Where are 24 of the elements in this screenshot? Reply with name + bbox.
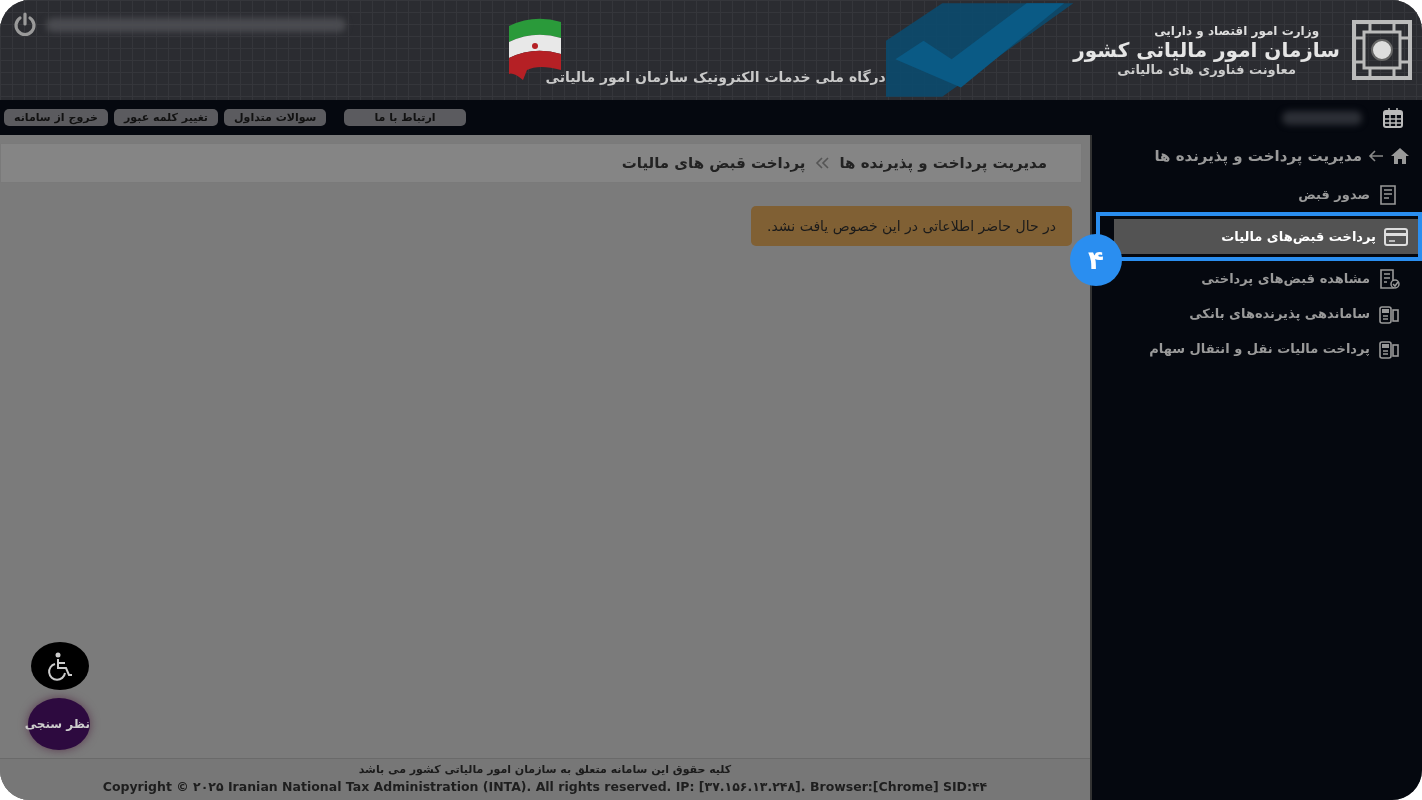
- power-icon[interactable]: [12, 12, 38, 38]
- alert-message: در حال حاضر اطلاعاتی در این خصوص یافت نشد.: [751, 206, 1072, 246]
- breadcrumb-item[interactable]: مدیریت پرداخت و پذیرنده ها: [839, 154, 1047, 172]
- arrow-icon: [1368, 150, 1384, 162]
- checklist-icon: [1378, 267, 1402, 290]
- wheelchair-icon: [45, 651, 75, 681]
- sidebar-item[interactable]: پرداخت مالیات نقل و انتقال سهام: [1129, 331, 1422, 366]
- accessibility-button[interactable]: [31, 642, 89, 690]
- emblem-icon: [1350, 18, 1414, 82]
- ministry-name: وزارت امور اقتصاد و دارایی: [1154, 23, 1320, 38]
- rights-notice: کلیه حقوق این سامانه متعلق به سازمان امور مالیاتی کشور می باشد: [358, 763, 732, 776]
- home-icon: [1390, 147, 1410, 165]
- credit-card-icon: [1384, 225, 1408, 248]
- copyright-text: Copyright © ۲۰۲۵ Iranian National Tax Administration (INTA). All rights reserved. IP: [۳۷.۱۵۶.۱۳.۲۴۸]. Browser:[Chrome] SID:۴۴: [102, 779, 988, 794]
- breadcrumb-item: پرداخت قبض های مالیات: [621, 154, 806, 172]
- double-chevron-icon: [815, 157, 830, 169]
- sidebar-item[interactable]: ساماندهی پذیرنده‌های بانکی: [1169, 296, 1422, 331]
- organization-subtitle: معاونت فناوری های مالیاتی: [1117, 61, 1296, 77]
- sidebar-item[interactable]: مشاهده قبض‌های پرداختی: [1181, 261, 1422, 296]
- portal-title: درگاه ملی خدمات الکترونیک سازمان امور مالیاتی: [545, 69, 886, 85]
- sidebar-item[interactable]: صدور قبض: [1278, 177, 1422, 212]
- sidebar-heading: مدیریت پرداخت و پذیرنده ها: [1154, 147, 1362, 165]
- calendar-icon: [1382, 106, 1404, 129]
- sidebar-item[interactable]: پرداخت قبض‌های مالیات: [1114, 219, 1418, 254]
